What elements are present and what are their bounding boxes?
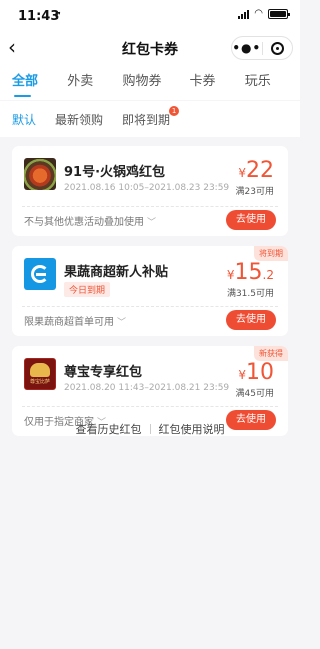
coupon-rule[interactable]: 不与其他优惠活动叠加使用 ﹀ — [24, 213, 156, 228]
location-arrow-icon: ➚ — [54, 10, 62, 20]
tab-cards-label: 卡券 — [189, 74, 216, 89]
coupon-rule[interactable]: 限果蔬商超首单可用 ﹀ — [24, 313, 126, 328]
coupon-amount-value: 15 — [234, 260, 263, 285]
expiring-corner-badge: 将到期 — [254, 246, 288, 261]
coupon-amount: ¥22 — [238, 158, 274, 183]
tab-all[interactable]: 全部3 — [12, 66, 41, 113]
chevron-down-icon: ﹀ — [117, 318, 127, 328]
coupon-rule-text: 限果蔬商超首单可用 — [24, 317, 114, 328]
coupon-header: 尊宝比萨 尊宝专享红包 2021.08.20 11:43–2021.08.21 … — [12, 346, 288, 406]
currency-symbol: ¥ — [238, 368, 246, 382]
coupon-amount-value: 10 — [246, 360, 274, 385]
coupon-validity: 2021.08.16 10:05–2021.08.23 23:59 — [64, 183, 230, 193]
coupon-amount-decimal: .2 — [262, 268, 274, 282]
tab-fun-label: 玩乐 — [244, 74, 271, 89]
coupon-header: 果蔬商超新人补贴 今日到期 将到期 ¥15.2 满31.5可用 — [12, 246, 288, 306]
hotpot-dish-image — [24, 158, 56, 190]
coupon-header: 91号·火锅鸡红包 2021.08.16 10:05–2021.08.23 23… — [12, 146, 288, 206]
coupon-footer: 不与其他优惠活动叠加使用 ﹀ 去使用 — [12, 202, 288, 236]
use-coupon-button[interactable]: 去使用 — [226, 210, 276, 230]
coupon-condition: 满23可用 — [235, 187, 274, 197]
sort-newest[interactable]: 最新领购 — [55, 111, 103, 128]
zunbao-pizza-logo: 尊宝比萨 — [24, 358, 56, 390]
coupon-validity: 2021.08.20 11:43–2021.08.21 23:59 — [64, 383, 230, 393]
coupon-card: 果蔬商超新人补贴 今日到期 将到期 ¥15.2 满31.5可用 限果蔬商超首单可… — [12, 246, 288, 336]
new-corner-badge: 新获得 — [254, 346, 288, 361]
tab-takeout-label: 外卖 — [67, 74, 94, 89]
footer-links: 查看历史红包 红包使用说明 — [0, 421, 300, 437]
status-icons: ◠ — [238, 8, 290, 19]
tab-takeout[interactable]: 外卖3 — [67, 66, 96, 113]
nav-bar: ‹ 红包卡券 •●• — [0, 30, 300, 66]
use-coupon-button[interactable]: 去使用 — [226, 310, 276, 330]
footer-divider — [149, 424, 151, 434]
currency-symbol: ¥ — [226, 268, 235, 282]
coupon-amount-value: 22 — [246, 158, 274, 183]
wifi-icon: ◠ — [254, 8, 263, 19]
status-bar: 11:43 ➚ ◠ — [0, 0, 300, 30]
close-target-icon[interactable] — [263, 41, 293, 55]
tab-shopping[interactable]: 购物券0 — [122, 66, 163, 113]
coupon-title: 果蔬商超新人补贴 — [64, 265, 169, 280]
coupon-footer: 限果蔬商超首单可用 ﹀ 去使用 — [12, 302, 288, 336]
signal-icon — [238, 9, 250, 19]
history-coupons-link[interactable]: 查看历史红包 — [76, 421, 142, 437]
fruit-store-logo — [24, 258, 56, 290]
expiring-count-badge: 1 — [169, 105, 180, 116]
sort-expiring-label: 即将到期 — [122, 112, 171, 127]
logo-text: 尊宝比萨 — [29, 379, 50, 385]
tab-all-label: 全部 — [12, 74, 39, 89]
coupon-title: 尊宝专享红包 — [64, 365, 143, 380]
miniprogram-capsule: •●• — [231, 36, 293, 60]
coupon-help-link[interactable]: 红包使用说明 — [159, 421, 225, 437]
coupon-rule-text: 不与其他优惠活动叠加使用 — [24, 217, 144, 228]
tab-fun[interactable]: 玩乐0 — [244, 66, 274, 113]
expires-today-tag: 今日到期 — [64, 282, 111, 297]
chevron-down-icon: ﹀ — [147, 218, 157, 228]
coupon-amount: ¥10 — [238, 360, 274, 385]
tab-cards[interactable]: 卡券0 — [189, 66, 219, 113]
coupon-card: 91号·火锅鸡红包 2021.08.16 10:05–2021.08.23 23… — [12, 146, 288, 236]
coupon-title: 91号·火锅鸡红包 — [64, 165, 166, 180]
battery-icon — [268, 9, 290, 19]
tab-shopping-label: 购物券 — [122, 74, 162, 89]
currency-symbol: ¥ — [238, 166, 246, 180]
category-tabs: 全部3 外卖3 购物券0 卡券0 玩乐0 — [0, 66, 300, 113]
coupon-amount: ¥15.2 — [227, 260, 274, 285]
coupon-condition: 满31.5可用 — [226, 289, 274, 299]
sort-default[interactable]: 默认 — [12, 111, 36, 128]
sort-expiring[interactable]: 即将到期 1 — [122, 105, 180, 128]
more-icon[interactable]: •●• — [232, 41, 262, 55]
sort-tabs: 默认 最新领购 即将到期 1 — [0, 101, 300, 137]
coupon-condition: 满45可用 — [235, 389, 274, 399]
